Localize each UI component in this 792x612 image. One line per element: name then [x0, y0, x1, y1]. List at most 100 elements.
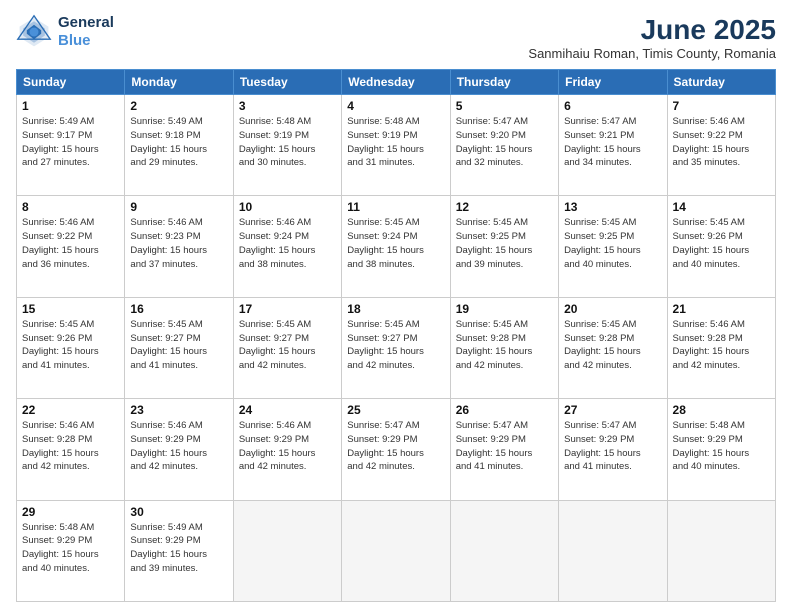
calendar-cell: 8Sunrise: 5:46 AM Sunset: 9:22 PM Daylig… [17, 196, 125, 297]
day-info: Sunrise: 5:48 AM Sunset: 9:19 PM Dayligh… [347, 115, 444, 170]
calendar-cell: 18 Sunrise: 5:45 AM Sunset: 9:27 PM Dayli… [342, 297, 450, 398]
day-number: 1 [22, 99, 119, 113]
day-info: Sunrise: 5:47 AM Sunset: 9:29 PM Dayligh… [347, 419, 444, 474]
day-number: 29 [22, 505, 119, 519]
calendar-cell: 12Sunrise: 5:45 AM Sunset: 9:25 PM Dayli… [450, 196, 558, 297]
calendar-cell: 9 Sunrise: 5:46 AM Sunset: 9:23 PM Daylig… [125, 196, 233, 297]
calendar-cell: 23 Sunrise: 5:46 AM Sunset: 9:29 PM Dayli… [125, 399, 233, 500]
day-number: 21 [673, 302, 770, 316]
calendar-cell: 25Sunrise: 5:47 AM Sunset: 9:29 PM Dayli… [342, 399, 450, 500]
title-block: June 2025 Sanmihaiu Roman, Timis County,… [528, 14, 776, 61]
day-number: 26 [456, 403, 553, 417]
day-info: Sunrise: 5:46 AM Sunset: 9:24 PM Dayligh… [239, 216, 336, 271]
calendar-cell: 24 Sunrise: 5:46 AM Sunset: 9:29 PM Dayli… [233, 399, 341, 500]
main-title: June 2025 [528, 14, 776, 46]
day-info: Sunrise: 5:46 AM Sunset: 9:29 PM Dayligh… [239, 419, 336, 474]
day-number: 22 [22, 403, 119, 417]
day-header-wednesday: Wednesday [342, 70, 450, 95]
day-number: 11 [347, 200, 444, 214]
calendar-cell: 17 Sunrise: 5:45 AM Sunset: 9:27 PM Dayli… [233, 297, 341, 398]
calendar-cell: 7 Sunrise: 5:46 AM Sunset: 9:22 PM Daylig… [667, 95, 775, 196]
calendar-cell [233, 500, 341, 601]
calendar-cell: 13 Sunrise: 5:45 AM Sunset: 9:25 PM Dayli… [559, 196, 667, 297]
calendar-cell: 19 Sunrise: 5:45 AM Sunset: 9:28 PM Dayli… [450, 297, 558, 398]
day-header-monday: Monday [125, 70, 233, 95]
day-number: 13 [564, 200, 661, 214]
day-info: Sunrise: 5:48 AM Sunset: 9:19 PM Dayligh… [239, 115, 336, 170]
day-number: 8 [22, 200, 119, 214]
day-header-tuesday: Tuesday [233, 70, 341, 95]
day-info: Sunrise: 5:46 AM Sunset: 9:22 PM Dayligh… [673, 115, 770, 170]
day-info: Sunrise: 5:49 AM Sunset: 9:18 PM Dayligh… [130, 115, 227, 170]
day-number: 3 [239, 99, 336, 113]
calendar-cell: 6 Sunrise: 5:47 AM Sunset: 9:21 PM Daylig… [559, 95, 667, 196]
calendar-header-row: SundayMondayTuesdayWednesdayThursdayFrid… [17, 70, 776, 95]
day-info: Sunrise: 5:47 AM Sunset: 9:20 PM Dayligh… [456, 115, 553, 170]
day-info: Sunrise: 5:45 AM Sunset: 9:27 PM Dayligh… [347, 318, 444, 373]
calendar-cell: 20Sunrise: 5:45 AM Sunset: 9:28 PM Dayli… [559, 297, 667, 398]
calendar-cell: 16 Sunrise: 5:45 AM Sunset: 9:27 PM Dayli… [125, 297, 233, 398]
day-header-friday: Friday [559, 70, 667, 95]
calendar-cell: 2 Sunrise: 5:49 AM Sunset: 9:18 PM Daylig… [125, 95, 233, 196]
calendar-week-1: 1 Sunrise: 5:49 AM Sunset: 9:17 PM Daylig… [17, 95, 776, 196]
day-number: 23 [130, 403, 227, 417]
day-info: Sunrise: 5:47 AM Sunset: 9:29 PM Dayligh… [456, 419, 553, 474]
calendar-cell: 28 Sunrise: 5:48 AM Sunset: 9:29 PM Dayli… [667, 399, 775, 500]
day-header-thursday: Thursday [450, 70, 558, 95]
calendar-cell: 15Sunrise: 5:45 AM Sunset: 9:26 PM Dayli… [17, 297, 125, 398]
calendar-week-2: 8Sunrise: 5:46 AM Sunset: 9:22 PM Daylig… [17, 196, 776, 297]
calendar-table: SundayMondayTuesdayWednesdayThursdayFrid… [16, 69, 776, 602]
day-number: 4 [347, 99, 444, 113]
day-info: Sunrise: 5:45 AM Sunset: 9:27 PM Dayligh… [130, 318, 227, 373]
logo-icon [16, 14, 52, 50]
calendar-cell [342, 500, 450, 601]
page: General Blue June 2025 Sanmihaiu Roman, … [0, 0, 792, 612]
day-number: 14 [673, 200, 770, 214]
day-info: Sunrise: 5:45 AM Sunset: 9:26 PM Dayligh… [22, 318, 119, 373]
day-info: Sunrise: 5:45 AM Sunset: 9:27 PM Dayligh… [239, 318, 336, 373]
day-number: 10 [239, 200, 336, 214]
day-info: Sunrise: 5:46 AM Sunset: 9:28 PM Dayligh… [22, 419, 119, 474]
day-number: 24 [239, 403, 336, 417]
day-info: Sunrise: 5:49 AM Sunset: 9:17 PM Dayligh… [22, 115, 119, 170]
day-info: Sunrise: 5:48 AM Sunset: 9:29 PM Dayligh… [673, 419, 770, 474]
subtitle: Sanmihaiu Roman, Timis County, Romania [528, 46, 776, 61]
day-number: 7 [673, 99, 770, 113]
day-number: 17 [239, 302, 336, 316]
calendar-cell: 30 Sunrise: 5:49 AM Sunset: 9:29 PM Dayli… [125, 500, 233, 601]
calendar-cell: 26 Sunrise: 5:47 AM Sunset: 9:29 PM Dayli… [450, 399, 558, 500]
day-number: 18 [347, 302, 444, 316]
day-info: Sunrise: 5:45 AM Sunset: 9:25 PM Dayligh… [456, 216, 553, 271]
calendar-cell: 27Sunrise: 5:47 AM Sunset: 9:29 PM Dayli… [559, 399, 667, 500]
header: General Blue June 2025 Sanmihaiu Roman, … [16, 14, 776, 61]
calendar-cell [667, 500, 775, 601]
day-number: 5 [456, 99, 553, 113]
calendar-cell: 14 Sunrise: 5:45 AM Sunset: 9:26 PM Dayli… [667, 196, 775, 297]
day-info: Sunrise: 5:49 AM Sunset: 9:29 PM Dayligh… [130, 521, 227, 576]
day-number: 28 [673, 403, 770, 417]
logo-line1: General [58, 14, 114, 32]
logo-text: General Blue [58, 14, 114, 50]
day-number: 6 [564, 99, 661, 113]
day-info: Sunrise: 5:47 AM Sunset: 9:21 PM Dayligh… [564, 115, 661, 170]
day-info: Sunrise: 5:45 AM Sunset: 9:28 PM Dayligh… [564, 318, 661, 373]
calendar-cell: 1 Sunrise: 5:49 AM Sunset: 9:17 PM Daylig… [17, 95, 125, 196]
day-number: 16 [130, 302, 227, 316]
day-header-sunday: Sunday [17, 70, 125, 95]
calendar-week-5: 29Sunrise: 5:48 AM Sunset: 9:29 PM Dayli… [17, 500, 776, 601]
day-info: Sunrise: 5:45 AM Sunset: 9:26 PM Dayligh… [673, 216, 770, 271]
day-number: 30 [130, 505, 227, 519]
day-number: 2 [130, 99, 227, 113]
day-number: 19 [456, 302, 553, 316]
day-info: Sunrise: 5:45 AM Sunset: 9:28 PM Dayligh… [456, 318, 553, 373]
calendar-cell: 3 Sunrise: 5:48 AM Sunset: 9:19 PM Daylig… [233, 95, 341, 196]
day-info: Sunrise: 5:46 AM Sunset: 9:29 PM Dayligh… [130, 419, 227, 474]
logo-line2: Blue [58, 32, 114, 50]
calendar-cell: 11Sunrise: 5:45 AM Sunset: 9:24 PM Dayli… [342, 196, 450, 297]
day-number: 9 [130, 200, 227, 214]
calendar-cell [450, 500, 558, 601]
day-info: Sunrise: 5:46 AM Sunset: 9:23 PM Dayligh… [130, 216, 227, 271]
day-header-saturday: Saturday [667, 70, 775, 95]
calendar-cell: 10 Sunrise: 5:46 AM Sunset: 9:24 PM Dayli… [233, 196, 341, 297]
day-info: Sunrise: 5:45 AM Sunset: 9:25 PM Dayligh… [564, 216, 661, 271]
